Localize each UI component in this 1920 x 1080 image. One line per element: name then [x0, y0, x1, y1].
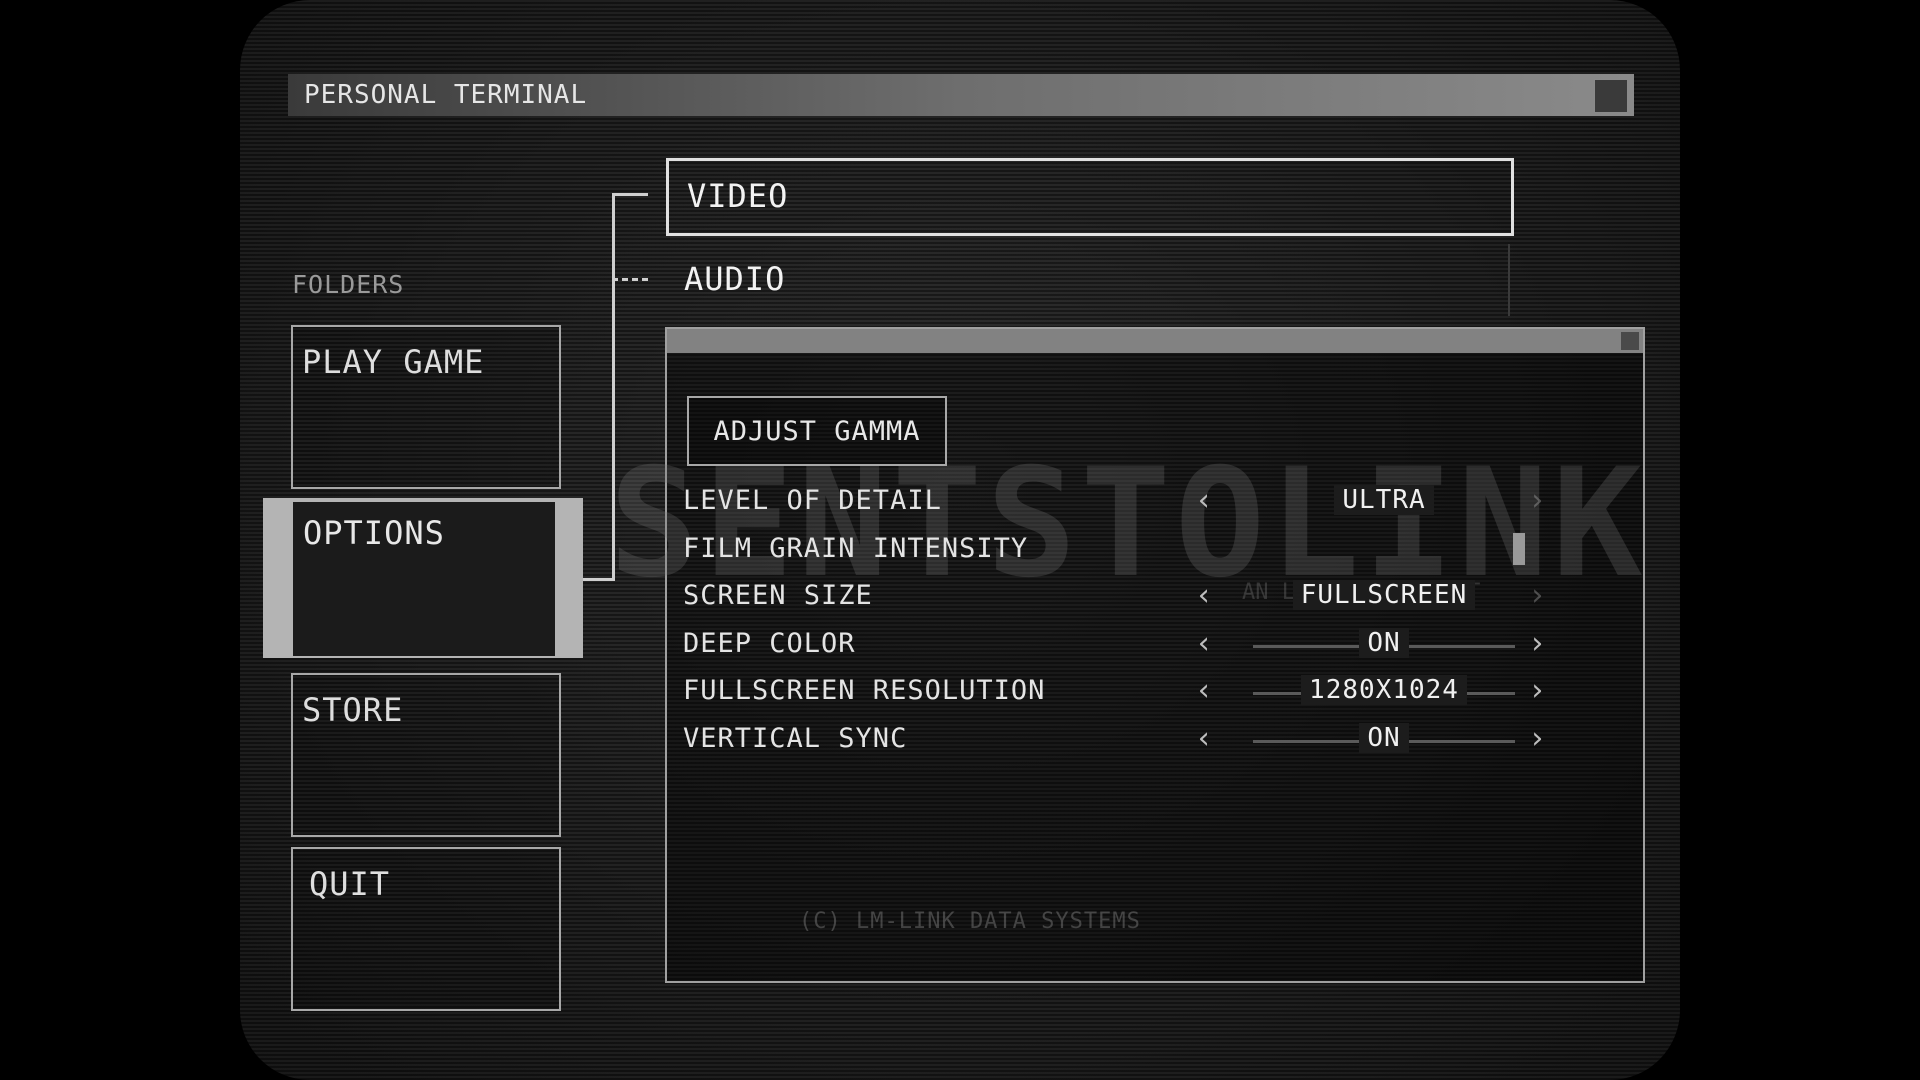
folder-options[interactable]: OPTIONS [263, 498, 583, 658]
setting-label: FILM GRAIN INTENSITY [683, 533, 1029, 564]
setting-label: DEEP COLOR [683, 628, 856, 659]
setting-label: FULLSCREEN RESOLUTION [683, 675, 1046, 706]
setting-value: 1280X1024 [1253, 675, 1515, 705]
setting-value: FULLSCREEN [1253, 580, 1515, 610]
window-title: PERSONAL TERMINAL [304, 80, 588, 110]
folder-play-game[interactable]: PLAY GAME [291, 325, 561, 489]
folder-label: OPTIONS [303, 514, 445, 552]
crt-screen: PERSONAL TERMINAL FOLDERS PLAY GAME OPTI… [240, 0, 1680, 1080]
panel-title-bar [667, 329, 1643, 353]
folder-label: QUIT [309, 865, 391, 903]
folder-quit[interactable]: QUIT [291, 847, 561, 1011]
setting-value: ON [1253, 628, 1515, 658]
setting-value: ON [1253, 723, 1515, 753]
chevron-left-icon[interactable]: ‹ [1195, 721, 1213, 756]
tab-label: VIDEO [687, 177, 789, 215]
film-grain-slider-thumb[interactable] [1513, 533, 1525, 565]
adjust-gamma-button[interactable]: ADJUST GAMMA [687, 396, 947, 466]
setting-label: VERTICAL SYNC [683, 723, 908, 754]
folders-heading: FOLDERS [292, 270, 405, 299]
setting-deep-color: DEEP COLOR ‹ ON › [683, 624, 1623, 664]
chevron-right-icon[interactable]: › [1528, 578, 1546, 613]
title-bar: PERSONAL TERMINAL [288, 74, 1634, 116]
setting-label: SCREEN SIZE [683, 580, 873, 611]
tree-connector-dashed [612, 278, 648, 281]
tab-video[interactable]: VIDEO [666, 158, 1514, 236]
setting-label: LEVEL OF DETAIL [683, 485, 942, 516]
folder-label: STORE [302, 691, 404, 729]
chevron-left-icon[interactable]: ‹ [1195, 578, 1213, 613]
video-settings-panel: SENTSTOLINK AN LM-LINK PRODUCT ADJUST GA… [609, 327, 1645, 983]
chevron-right-icon[interactable]: › [1528, 483, 1546, 518]
tab-audio[interactable]: AUDIO [666, 244, 1510, 316]
setting-vertical-sync: VERTICAL SYNC ‹ ON › [683, 719, 1623, 759]
setting-screen-size: SCREEN SIZE ‹ FULLSCREEN › [683, 576, 1623, 616]
setting-film-grain-intensity: FILM GRAIN INTENSITY [683, 529, 1623, 569]
tab-label: AUDIO [684, 260, 786, 298]
chevron-right-icon[interactable]: › [1528, 626, 1546, 661]
close-button[interactable] [1594, 79, 1628, 113]
chevron-right-icon[interactable]: › [1528, 673, 1546, 708]
folder-store[interactable]: STORE [291, 673, 561, 837]
setting-fullscreen-resolution: FULLSCREEN RESOLUTION ‹ 1280X1024 › [683, 671, 1623, 711]
copyright-text: (C) LM-LINK DATA SYSTEMS [799, 909, 1141, 934]
folder-label: PLAY GAME [302, 343, 485, 381]
panel-close-button[interactable] [1621, 332, 1639, 350]
chevron-left-icon[interactable]: ‹ [1195, 626, 1213, 661]
setting-value: ULTRA [1253, 485, 1515, 515]
chevron-left-icon[interactable]: ‹ [1195, 483, 1213, 518]
tree-connector [612, 193, 648, 196]
chevron-right-icon[interactable]: › [1528, 721, 1546, 756]
setting-level-of-detail: LEVEL OF DETAIL ‹ ULTRA › [683, 481, 1623, 521]
chevron-left-icon[interactable]: ‹ [1195, 673, 1213, 708]
